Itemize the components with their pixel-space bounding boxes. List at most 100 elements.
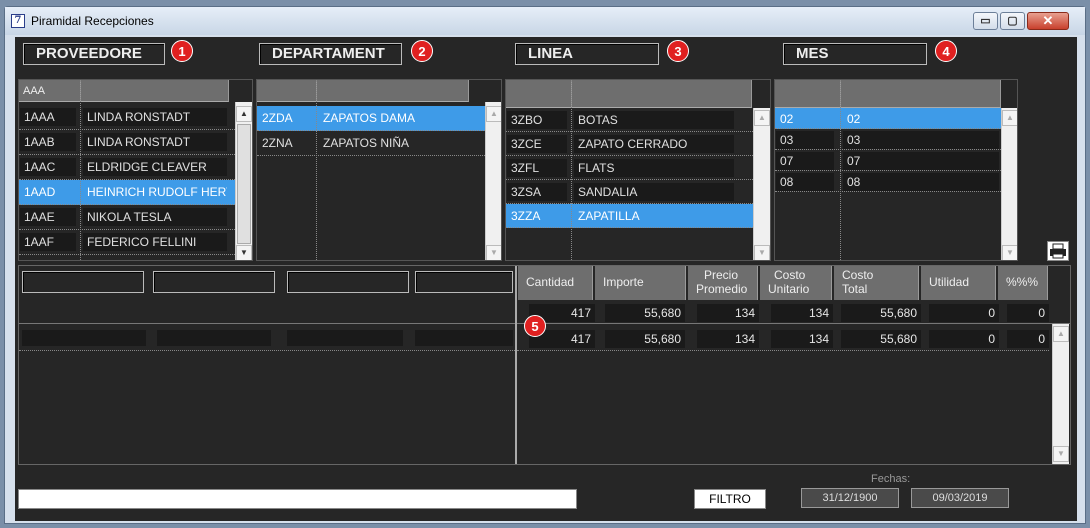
total-importe: 55,680 [605,304,685,322]
pivot-splitter[interactable] [515,266,517,464]
mes-scrollbar[interactable]: ▲ ▼ [1001,108,1017,260]
lineas-scrollbar[interactable]: ▲ ▼ [753,108,770,260]
row-name: ZAPATILLA [578,209,640,223]
table-row[interactable]: 03 03 [775,129,1001,150]
badge-5: 5 [524,315,546,337]
departamentos-name-header[interactable] [317,80,469,102]
row-code: 03 [776,131,834,149]
close-button[interactable]: ✕ [1027,12,1069,30]
table-row[interactable]: 1AAE NIKOLA TESLA [19,205,235,230]
cell-costo-total: 55,680 [841,330,921,348]
table-row-selected[interactable]: 02 02 [775,108,1001,129]
badge-3: 3 [667,40,689,62]
table-row-selected[interactable]: 2ZDA ZAPATOS DAMA [257,106,485,131]
lineas-name-header[interactable] [572,80,752,108]
row-code: 1AAB [20,133,76,151]
scroll-down-icon[interactable]: ▼ [1002,245,1017,260]
date-to-field[interactable]: 09/03/2019 [911,488,1009,508]
table-row[interactable]: 1AAC ELDRIDGE CLEAVER [19,155,235,180]
table-row[interactable]: 3ZCE ZAPATO CERRADO [506,132,753,156]
departamentos-code-header[interactable] [257,80,317,102]
scroll-up-icon[interactable]: ▲ [236,106,252,122]
badge-1: 1 [171,40,193,62]
lineas-code-header[interactable] [506,80,572,108]
total-costo-total: 55,680 [841,304,921,322]
table-row[interactable]: 07 07 [775,150,1001,171]
filtro-button[interactable]: FILTRO [694,489,766,509]
scroll-up-icon[interactable]: ▲ [1002,110,1017,126]
proveedores-scrollbar[interactable]: ▲ ▼ [235,102,252,260]
row-name: BOTAS [574,111,734,129]
row-divider [19,350,515,351]
row-filter-box[interactable] [287,271,409,293]
row-filter-box[interactable] [22,271,144,293]
pivot-header-percent[interactable]: %%% [998,266,1048,300]
table-row[interactable]: 08 08 [775,171,1001,192]
row-dimension-cell [157,330,271,346]
row-code: 3ZFL [507,159,567,177]
cell-utilidad: 0 [929,330,999,348]
row-name: NIKOLA TESLA [83,208,227,226]
mes-grid[interactable]: 02 02 03 03 07 07 08 08 ▲ ▼ [774,79,1018,261]
pivot-header-importe[interactable]: Importe [595,266,686,300]
departamentos-grid[interactable]: 2ZDA ZAPATOS DAMA 2ZNA ZAPATOS NIÑA ▲ ▼ [256,79,502,261]
table-row-selected[interactable]: 3ZZA ZAPATILLA [506,204,753,228]
scroll-down-icon[interactable]: ▼ [486,245,501,260]
title-bar[interactable]: 7 Piramidal Recepciones ▭ ▢ ✕ [5,7,1085,35]
filter-text-input[interactable] [18,489,577,509]
row-code: 1AAE [20,208,76,226]
departamentos-scrollbar[interactable]: ▲ ▼ [485,102,501,260]
table-row[interactable]: 2ZNA ZAPATOS NIÑA [257,131,485,156]
proveedores-grid[interactable]: AAA 1AAA LINDA RONSTADT 1AAB LINDA RONST… [18,79,253,261]
minimize-icon: ▭ [980,15,991,27]
pivot-header-costo-unitario[interactable]: Costo Unitario [760,266,832,300]
printer-icon[interactable] [1047,241,1069,261]
row-name: ELDRIDGE CLEAVER [83,158,227,176]
scroll-down-icon[interactable]: ▼ [236,245,252,260]
pivot-header-utilidad[interactable]: Utilidad [921,266,996,300]
pivot-header-costo-total[interactable]: Costo Total [834,266,919,300]
table-row[interactable]: 3ZFL FLATS [506,156,753,180]
date-from-field[interactable]: 31/12/1900 [801,488,899,508]
proveedores-name-header[interactable] [81,80,229,102]
cell-importe: 55,680 [605,330,685,348]
scroll-down-icon[interactable]: ▼ [754,245,770,260]
table-row[interactable]: 1AAB LINDA RONSTADT [19,130,235,155]
total-precio-promedio: 134 [697,304,759,322]
row-name: ZAPATOS NIÑA [323,136,410,150]
table-row[interactable]: 1AAA LINDA RONSTADT [19,105,235,130]
section-header-proveedores: PROVEEDORE [23,43,165,65]
pivot-scrollbar[interactable]: ▲ ▼ [1052,324,1069,464]
table-row[interactable]: 3ZSA SANDALIA [506,180,753,204]
cell-costo-unitario: 134 [771,330,833,348]
table-row[interactable]: 3ZBO BOTAS [506,108,753,132]
minimize-button[interactable]: ▭ [973,12,998,30]
row-dimension-cell [287,330,403,346]
table-row[interactable]: 1AAF FEDERICO FELLINI [19,230,235,255]
proveedores-code-header[interactable]: AAA [19,80,81,102]
scroll-up-icon[interactable]: ▲ [1053,326,1069,342]
row-code: 2ZDA [262,111,293,125]
row-name: ZAPATOS DAMA [323,111,416,125]
scroll-thumb[interactable] [237,124,251,244]
row-code: 3ZCE [507,135,567,153]
scroll-up-icon[interactable]: ▲ [486,106,501,122]
row-code: 07 [776,152,834,170]
scroll-down-icon[interactable]: ▼ [1053,446,1069,462]
table-row-selected[interactable]: 1AAD HEINRICH RUDOLF HERTZ [19,180,235,205]
scroll-up-icon[interactable]: ▲ [754,110,770,126]
mes-code-header[interactable] [775,80,841,108]
pivot-header-precio-promedio[interactable]: Precio Promedio [688,266,758,300]
lineas-grid[interactable]: 3ZBO BOTAS 3ZCE ZAPATO CERRADO 3ZFL FLAT… [505,79,771,261]
row-filter-box[interactable] [153,271,275,293]
maximize-button[interactable]: ▢ [1000,12,1025,30]
row-divider [517,350,1049,351]
row-name: 03 [843,131,999,149]
column-divider [840,80,841,260]
pivot-header-cantidad[interactable]: Cantidad [518,266,593,300]
row-name: FLATS [574,159,734,177]
row-filter-box[interactable] [415,271,513,293]
mes-name-header[interactable] [841,80,1001,108]
cell-percent: 0 [1007,330,1049,348]
column-divider [571,80,572,260]
